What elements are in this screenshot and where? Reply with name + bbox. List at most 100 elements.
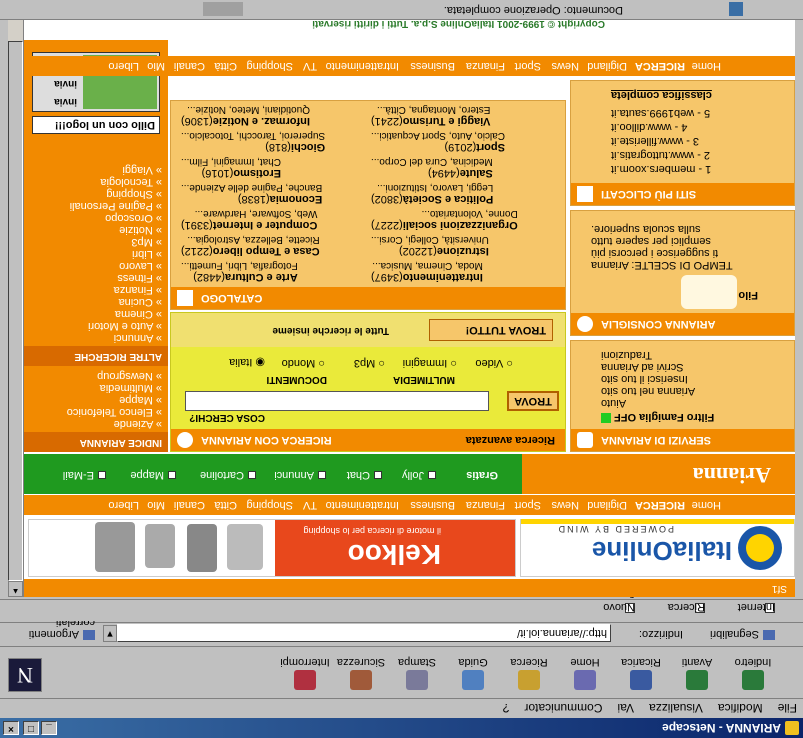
close-button[interactable]: × [3,721,19,735]
service-annunci[interactable]: Annunci [274,469,326,481]
servizi-link-aiuto[interactable]: Aiuto [601,397,626,409]
sidebar-link-libri[interactable]: » Libri [132,248,162,260]
trova-button[interactable]: TROVA [507,391,559,411]
sidebar-link-fitness[interactable]: » Fitness [117,272,162,284]
italiaonline-banner[interactable]: ItaliaOnline POWERED BY WIND [520,519,795,577]
sidebar-link-finanza[interactable]: » Finanza [114,284,162,296]
radio-mp3[interactable]: ○ Mp3 [354,357,385,369]
category-item[interactable]: Politica e Società(3802) Leggi, Lavoro, I… [371,182,493,205]
nav-libero[interactable]: Libero [108,499,139,511]
menu-vai[interactable]: Vai [618,701,634,715]
service-chat[interactable]: Chat [347,469,382,481]
category-item[interactable]: Salute(4494) Medicina, Cura del Corpo... [371,156,493,179]
nav-libero[interactable]: Libero [108,60,139,72]
sidebar-link-pagine[interactable]: » Pagine Personali [70,200,162,212]
nav-finanza[interactable]: Finanza [466,499,505,511]
sidebar-link-mappe[interactable]: » Mappe [119,394,162,406]
category-item[interactable]: Economia(1838) Banche, Pagine delle Azien… [181,182,322,205]
back-button[interactable]: Indietro [725,650,781,692]
scroll-up-arrow-icon[interactable]: ▲ [8,581,23,597]
sidebar-link-newsgroup[interactable]: » Newsgroup [97,370,162,382]
nav-intrattenimento[interactable]: Intrattenimento [326,499,399,511]
top-site-4[interactable]: 4 - www.dilloo.it [611,121,687,133]
sidebar-link-annunci[interactable]: » Annunci [114,332,162,344]
family-filter-link[interactable]: Filtro Famiglia OFF [601,411,714,423]
top-site-3[interactable]: 3 - www.filleriste.it [611,135,699,147]
category-item[interactable]: Computer e Internet(3391) Web, Software, … [181,208,317,231]
search-input[interactable] [185,391,489,411]
consiglia-line[interactable]: TEMPO DI SCELTE: Arianna [591,259,733,271]
vertical-scrollbar[interactable]: ▲ ▼ [8,0,24,597]
security-button[interactable]: Sicurezza [333,650,389,692]
service-jolly[interactable]: Jolly [402,469,436,481]
forward-button[interactable]: Avanti [669,650,725,692]
search-button[interactable]: Ricerca [501,650,557,692]
category-item[interactable]: Organizzazioni sociali(2227) Donne, Volon… [371,208,518,231]
radio-italia[interactable]: ◉ Italia [229,356,265,369]
sidebar-link-cucina[interactable]: » Cucina [119,296,162,308]
sidebar-link-oroscopo[interactable]: » Oroscopo [105,212,162,224]
trova-tutto-button[interactable]: TROVA TUTTO! [429,319,553,341]
nav-tv[interactable]: TV [303,60,317,72]
servizi-link-inserisci[interactable]: Inserisci il tuo sito [601,373,688,385]
sidebar-link-cinema[interactable]: » Cinema [115,308,162,320]
radio-mondo[interactable]: ○ Mondo [282,357,325,369]
sidebar-link-multimedia[interactable]: » Multimedia [100,382,162,394]
category-item[interactable]: Informaz. e Notizie(1306) Quotidiani, Met… [181,104,310,127]
service-mappe[interactable]: Mappe [130,469,176,481]
nav-home[interactable]: Home [692,60,721,72]
print-button[interactable]: Stampa [389,650,445,692]
bookmarks-button[interactable]: Segnalibri [710,628,775,640]
scroll-thumb[interactable] [8,41,23,581]
nav-news[interactable]: News [551,499,579,511]
nav-intrattenimento[interactable]: Intrattenimento [326,60,399,72]
sidebar-link-lavoro[interactable]: » Lavoro [119,260,162,272]
nav-tv[interactable]: TV [303,499,317,511]
servizi-link-traduzioni[interactable]: Traduzioni [601,349,652,361]
sidebar-link-notizie[interactable]: » Notizie [119,224,162,236]
nav-mio[interactable]: Mio [147,499,165,511]
service-cartoline[interactable]: Cartoline [200,469,256,481]
top-site-1[interactable]: 1 - members.xoom.it [611,163,711,175]
nav-sport[interactable]: Sport [515,60,541,72]
radio-immagini[interactable]: ○ Immagini [403,357,457,369]
nav-digiland[interactable]: Digiland [587,60,627,72]
category-item[interactable]: Istruzione(12202) Università, Collegi, Co… [371,234,489,257]
classifica-completa-link[interactable]: classifica completa [611,89,712,101]
nav-ricerca[interactable]: RICERCA [635,60,685,72]
servizi-link-tuo-sito[interactable]: Arianna nel tuo sito [601,385,695,397]
nav-canali[interactable]: Canali [174,60,205,72]
nav-finanza[interactable]: Finanza [466,60,505,72]
sidebar-link-auto[interactable]: » Auto e Motori [88,320,162,332]
category-item[interactable]: Casa e Tempo libero(2212) Ricette, Bellez… [181,234,320,257]
category-item[interactable]: Viaggi e Turismo(2241) Estero, Montagna, … [371,104,490,127]
invia-button[interactable]: invia [54,96,77,107]
category-item[interactable]: Intrattenimento(3497) Moda, Cinema, Music… [371,260,483,283]
invia-button[interactable]: invia [54,78,77,89]
menu-file[interactable]: File [778,701,797,715]
menu-communicator[interactable]: Communicator [524,701,602,715]
sidebar-link-aziende[interactable]: » Aziende [114,418,162,430]
nav-sport[interactable]: Sport [515,499,541,511]
nav-citta[interactable]: Città [214,60,237,72]
reload-button[interactable]: Ricarica [613,650,669,692]
kelkoo-banner[interactable]: Kelkoo il motore di ricerca per lo shopp… [28,519,516,577]
nav-ricerca[interactable]: RICERCA [635,499,685,511]
nav-canali[interactable]: Canali [174,499,205,511]
guide-button[interactable]: Guida [445,650,501,692]
nav-digiland[interactable]: Digiland [587,499,627,511]
category-item[interactable]: Giochi(818) Supereroi, Tarocchi, Totocalc… [181,130,325,153]
nav-business[interactable]: Business [410,499,455,511]
category-item[interactable]: Erotismo(1016) Chat, Immagini, Film... [181,156,281,179]
sidebar-link-shopping[interactable]: » Shopping [106,188,162,200]
category-item[interactable]: Arte e Cultura(4482) Fotografia, Libri, F… [181,260,298,283]
menu-help[interactable]: ? [503,701,510,715]
top-site-5[interactable]: 5 - web1999.sauta.it [611,107,710,119]
sidebar-link-tecnologia[interactable]: » Tecnologia [100,176,162,188]
stop-button[interactable]: Interrompi [277,650,333,692]
sidebar-link-elenco[interactable]: » Elenco Telefonico [67,406,162,418]
service-email[interactable]: E-Mail [63,469,106,481]
nav-shopping[interactable]: Shopping [247,60,294,72]
nav-citta[interactable]: Città [214,499,237,511]
nav-mio[interactable]: Mio [147,60,165,72]
